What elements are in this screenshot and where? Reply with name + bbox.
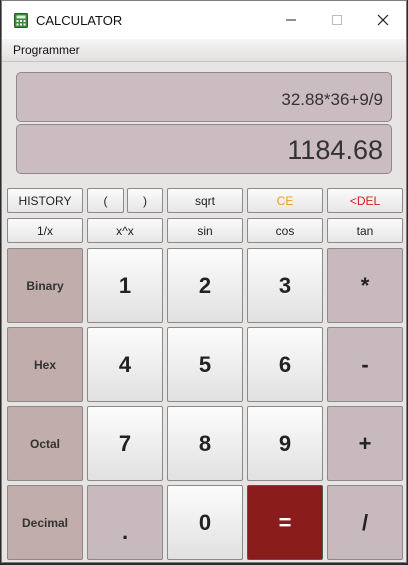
- decimal-point-button[interactable]: .: [87, 485, 163, 560]
- sqrt-button[interactable]: sqrt: [167, 188, 243, 213]
- digit-6-button[interactable]: 6: [247, 327, 323, 402]
- clear-entry-button[interactable]: CE: [247, 188, 323, 213]
- history-button[interactable]: HISTORY: [7, 188, 83, 213]
- title-bar: CALCULATOR: [2, 1, 406, 39]
- hex-mode-button[interactable]: Hex: [7, 327, 83, 402]
- digit-4-button[interactable]: 4: [87, 327, 163, 402]
- result-display: 1184.68: [16, 124, 392, 174]
- decimal-mode-button[interactable]: Decimal: [7, 485, 83, 560]
- digit-8-button[interactable]: 8: [167, 406, 243, 481]
- calculator-window: CALCULATOR Programmer 32.88*36+9/9 1184.…: [1, 0, 407, 563]
- menu-bar: Programmer: [2, 39, 406, 62]
- sin-button[interactable]: sin: [167, 218, 243, 243]
- open-paren-button[interactable]: (: [87, 188, 124, 213]
- digit-0-button[interactable]: 0: [167, 485, 243, 560]
- digit-5-button[interactable]: 5: [167, 327, 243, 402]
- close-icon: [377, 14, 389, 26]
- octal-mode-button[interactable]: Octal: [7, 406, 83, 481]
- delete-button[interactable]: <DEL: [327, 188, 403, 213]
- menu-programmer[interactable]: Programmer: [13, 43, 80, 57]
- maximize-icon: [332, 15, 342, 25]
- close-paren-button[interactable]: ): [127, 188, 163, 213]
- expression-display: 32.88*36+9/9: [16, 72, 392, 122]
- digit-7-button[interactable]: 7: [87, 406, 163, 481]
- digit-3-button[interactable]: 3: [247, 248, 323, 323]
- multiply-button[interactable]: *: [327, 248, 403, 323]
- power-button[interactable]: x^x: [87, 218, 163, 243]
- tan-button[interactable]: tan: [327, 218, 403, 243]
- digit-1-button[interactable]: 1: [87, 248, 163, 323]
- reciprocal-button[interactable]: 1/x: [7, 218, 83, 243]
- equals-button[interactable]: =: [247, 485, 323, 560]
- subtract-button[interactable]: -: [327, 327, 403, 402]
- window-title: CALCULATOR: [36, 13, 123, 28]
- calculator-app-icon: [14, 13, 28, 28]
- divide-button[interactable]: /: [327, 485, 403, 560]
- cos-button[interactable]: cos: [247, 218, 323, 243]
- minimize-button[interactable]: [268, 1, 314, 39]
- digit-2-button[interactable]: 2: [167, 248, 243, 323]
- digit-9-button[interactable]: 9: [247, 406, 323, 481]
- add-button[interactable]: +: [327, 406, 403, 481]
- close-button[interactable]: [360, 1, 406, 39]
- maximize-button[interactable]: [314, 1, 360, 39]
- minimize-icon: [286, 19, 296, 21]
- binary-mode-button[interactable]: Binary: [7, 248, 83, 323]
